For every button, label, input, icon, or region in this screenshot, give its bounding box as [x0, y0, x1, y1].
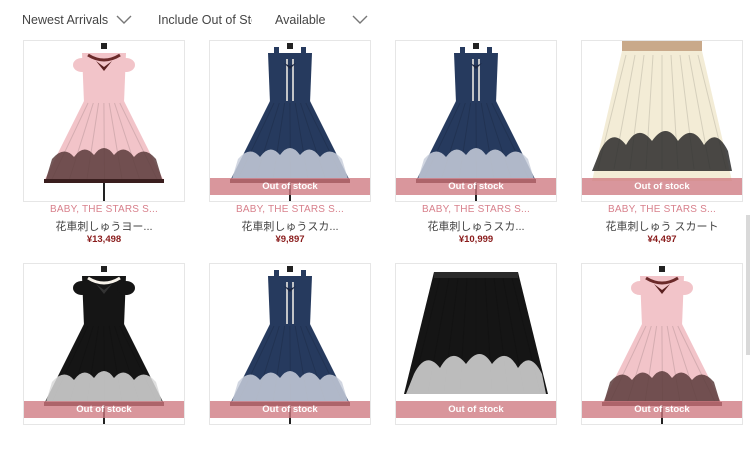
product-price: ¥9,897: [275, 234, 305, 245]
out-of-stock-badge: Out of stock: [582, 401, 742, 418]
product-image[interactable]: Out of stock: [395, 40, 557, 202]
chevron-down-icon: [116, 15, 132, 24]
product-image[interactable]: [23, 40, 185, 202]
availability-dropdown[interactable]: Available: [275, 11, 368, 29]
sort-dropdown[interactable]: Newest Arrivals: [22, 11, 132, 29]
out-of-stock-badge: Out of stock: [396, 178, 556, 195]
filter-bar: Newest Arrivals Include Out of Sto Avail…: [0, 0, 750, 38]
navy-dress-icon: [230, 266, 350, 424]
product-image[interactable]: Out of stock: [581, 40, 743, 202]
sort-dropdown-label: Newest Arrivals: [22, 13, 109, 27]
product-image[interactable]: Out of stock: [209, 40, 371, 202]
product-brand[interactable]: BABY, THE STARS S...: [395, 204, 557, 215]
navy-dress-icon: [416, 43, 536, 201]
product-image[interactable]: Out of stock: [23, 263, 185, 425]
product-card[interactable]: Out of stock BABY, THE STARS S... 花車刺しゅう ス…: [581, 40, 743, 245]
out-of-stock-badge: Out of stock: [396, 401, 556, 418]
product-card[interactable]: Out of stock: [581, 263, 743, 463]
out-of-stock-badge: Out of stock: [210, 178, 370, 195]
product-image[interactable]: Out of stock: [209, 263, 371, 425]
cream-skirt-icon: [592, 41, 732, 181]
scrollbar[interactable]: [746, 215, 750, 355]
product-price: ¥10,999: [458, 234, 494, 245]
product-brand[interactable]: BABY, THE STARS S...: [209, 204, 371, 215]
product-name[interactable]: 花車刺しゅうヨー...: [23, 218, 185, 234]
product-card[interactable]: BABY, THE STARS S... 花車刺しゅうヨー... ¥13,498: [23, 40, 185, 245]
product-card[interactable]: Out of stock: [23, 263, 185, 463]
product-card[interactable]: Out of stock BABY, THE STARS S... 花車刺しゅうスカ…: [209, 40, 371, 245]
product-name[interactable]: 花車刺しゅうスカ...: [209, 218, 371, 234]
black-skirt-icon: [404, 272, 548, 394]
product-card[interactable]: Out of stock: [209, 263, 371, 463]
pink-dress-icon: [602, 266, 722, 424]
out-of-stock-badge: Out of stock: [210, 401, 370, 418]
include-out-of-stock-label: Include Out of Sto: [158, 13, 252, 27]
product-name[interactable]: 花車刺しゅうスカ...: [395, 218, 557, 234]
chevron-down-icon: [352, 15, 368, 24]
product-name[interactable]: 花車刺しゅう スカート: [581, 218, 743, 234]
include-out-of-stock-filter[interactable]: Include Out of Sto: [158, 11, 252, 29]
black-dress-icon: [44, 266, 164, 424]
product-card[interactable]: Out of stock: [395, 263, 557, 463]
product-card[interactable]: Out of stock BABY, THE STARS S... 花車刺しゅうスカ…: [395, 40, 557, 245]
product-price: ¥13,498: [86, 234, 122, 245]
out-of-stock-badge: Out of stock: [24, 401, 184, 418]
pink-dress-icon: [44, 43, 164, 201]
product-brand[interactable]: BABY, THE STARS S...: [581, 204, 743, 215]
product-image[interactable]: Out of stock: [395, 263, 557, 425]
product-price: ¥4,497: [647, 234, 677, 245]
product-brand[interactable]: BABY, THE STARS S...: [23, 204, 185, 215]
navy-dress-icon: [230, 43, 350, 201]
out-of-stock-badge: Out of stock: [582, 178, 742, 195]
product-image[interactable]: Out of stock: [581, 263, 743, 425]
availability-dropdown-label: Available: [275, 13, 326, 27]
